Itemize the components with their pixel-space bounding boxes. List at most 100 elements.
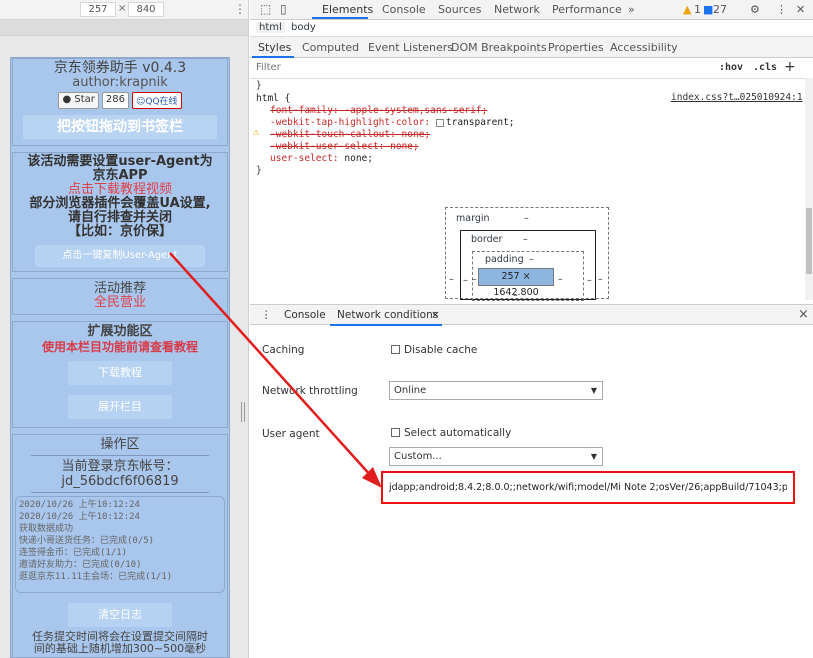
extension-tip: 使用本栏目功能前请查看教程 — [41, 340, 198, 354]
box-model-border-right: – — [587, 275, 592, 286]
star-count: 286 — [101, 92, 129, 109]
subtab-styles[interactable]: Styles — [258, 41, 291, 54]
drawer-tab-bar: ⋮ Console Network conditions × × — [250, 304, 813, 326]
close-devtools-icon[interactable]: ✕ — [796, 3, 805, 16]
chevron-down-icon: ▼ — [590, 386, 597, 395]
account-label: 当前登录京东帐号： — [61, 459, 179, 474]
css-prop: -webkit-tap-highlight-color: — [270, 117, 431, 128]
throttling-value: Online — [394, 385, 427, 396]
network-throttling-label: Network throttling — [262, 385, 358, 397]
box-model-margin-left: – — [449, 274, 454, 285]
divider — [31, 492, 209, 493]
user-agent-label: User agent — [262, 428, 320, 440]
header-section: 京东领券助手 v0.4.3 author:krapnik ● Star 286 … — [12, 58, 228, 146]
css-decl-webkit-user-select[interactable]: -webkit-user-select: none; — [270, 141, 419, 152]
caching-label: Caching — [262, 344, 305, 356]
close-tab-icon[interactable]: × — [431, 309, 440, 321]
color-swatch-icon[interactable] — [435, 118, 444, 127]
inspect-element-icon[interactable]: ⬚ — [260, 2, 271, 16]
subtab-accessibility[interactable]: Accessibility — [610, 41, 678, 54]
throttling-select[interactable]: Online ▼ — [389, 381, 603, 400]
copy-user-agent-button[interactable]: 点击一键复制User-Agent — [35, 245, 205, 267]
disable-cache-checkbox[interactable]: Disable cache — [391, 344, 477, 356]
network-conditions-panel: Caching Disable cache Network throttling… — [250, 325, 813, 658]
custom-user-agent-input[interactable] — [381, 471, 795, 504]
download-tutorial-button[interactable]: 下载教程 — [68, 361, 172, 385]
tab-sources[interactable]: Sources — [438, 3, 482, 16]
box-model-content[interactable]: 257 × 1642.800 — [478, 268, 554, 298]
device-toggle-icon[interactable]: ▯ — [280, 2, 287, 16]
expand-column-button[interactable]: 展开栏目 — [68, 395, 172, 419]
subtab-event-listeners[interactable]: Event Listeners — [368, 41, 453, 54]
kebab-menu-icon[interactable]: ⋮ — [776, 3, 787, 16]
settings-gear-icon[interactable]: ⚙ — [750, 3, 760, 16]
subtab-dom-breakpoints[interactable]: DOM Breakpoints — [451, 41, 547, 54]
css-decl-user-select[interactable]: user-select: none; — [270, 153, 373, 164]
device-pane: 257 × 840 ⋮ 京东领券助手 v0.4.3 author:krapnik… — [0, 0, 249, 658]
disable-cache-label: Disable cache — [404, 344, 478, 356]
device-height-input[interactable]: 840 — [128, 2, 164, 17]
chevron-down-icon: ▼ — [590, 452, 597, 461]
checkbox-box[interactable] — [391, 428, 400, 437]
device-menu-icon[interactable]: ⋮ — [234, 2, 246, 16]
class-toggle[interactable]: .cls — [753, 62, 777, 73]
css-decl-touch-callout[interactable]: -webkit-touch-callout: none; — [270, 129, 430, 140]
subtab-properties[interactable]: Properties — [548, 41, 604, 54]
message-icon[interactable]: ■ — [703, 3, 713, 16]
warning-count: 1 — [694, 3, 701, 16]
styles-scrollbar[interactable] — [805, 78, 813, 300]
stylesheet-source-link[interactable]: index.css?t…025010924:1 — [671, 92, 803, 103]
tab-elements[interactable]: Elements — [322, 3, 373, 16]
pane-resize-handle[interactable] — [241, 402, 245, 422]
github-star-button[interactable]: ● Star — [58, 92, 99, 109]
activity-link[interactable]: 全民营业 — [13, 296, 227, 310]
device-width-input[interactable]: 257 — [80, 2, 116, 17]
subtab-computed[interactable]: Computed — [302, 41, 359, 54]
jd-coupon-helper-panel: 京东领券助手 v0.4.3 author:krapnik ● Star 286 … — [10, 57, 230, 658]
bookmark-drag-button[interactable]: 把按钮拖动到书签栏 — [23, 115, 217, 139]
star-label: Star — [74, 94, 95, 105]
badge-row: ● Star 286 ☺QQ在线 — [13, 92, 227, 109]
box-model-margin-value: – — [524, 213, 529, 224]
styles-filter-input[interactable] — [256, 62, 456, 73]
box-model-margin-right: – — [598, 274, 603, 285]
drawer-tab-console[interactable]: Console — [284, 309, 326, 321]
activity-section: 活动推荐 全民营业 — [12, 278, 228, 315]
tab-performance[interactable]: Performance — [552, 3, 622, 16]
media-query-bar — [0, 20, 248, 36]
select-automatically-checkbox[interactable]: Select automatically — [391, 427, 511, 439]
css-decl-tap-highlight[interactable]: -webkit-tap-highlight-color: transparent… — [270, 117, 515, 128]
footer-note-line2: 间的基础上随机增加300~500毫秒 — [33, 642, 207, 655]
more-tabs-button[interactable]: » — [628, 3, 635, 16]
qq-online-button[interactable]: ☺QQ在线 — [131, 92, 182, 109]
new-style-rule-button[interactable]: + — [784, 59, 796, 75]
breadcrumb-html[interactable]: html — [256, 22, 285, 33]
close-drawer-icon[interactable]: × — [798, 307, 809, 322]
css-decl-font-family[interactable]: font-family: -apple-system,sans-serif; — [270, 105, 487, 116]
drawer-tab-network-conditions[interactable]: Network conditions — [337, 309, 438, 321]
log-line: 逛逛京东11.11主会场：已完成(1/1) — [19, 572, 173, 582]
warning-icon[interactable]: ▲ — [683, 3, 691, 16]
drawer-menu-icon[interactable]: ⋮ — [261, 309, 272, 321]
ua-note-line2: 请自行排查并关闭 — [67, 210, 172, 225]
breadcrumb: html body — [250, 20, 813, 37]
message-count: 27 — [713, 3, 727, 16]
tab-network[interactable]: Network — [494, 3, 540, 16]
tab-console[interactable]: Console — [382, 3, 426, 16]
extension-section: 扩展功能区 使用本栏目功能前请查看教程 下载教程 展开栏目 — [12, 321, 228, 428]
log-panel: 2020/10/26 上午10:12:24 2020/10/26 上午10:12… — [15, 496, 225, 593]
styles-scrollbar-thumb[interactable] — [806, 208, 812, 274]
breadcrumb-body[interactable]: body — [291, 22, 316, 33]
user-agent-select[interactable]: Custom... ▼ — [389, 447, 603, 466]
checkbox-box[interactable] — [391, 345, 400, 354]
styles-pane: } html { index.css?t…025010924:1 font-fa… — [250, 79, 813, 195]
hover-state-toggle[interactable]: :hov — [719, 62, 743, 73]
tutorial-video-link[interactable]: 点击下载教程视频 — [13, 183, 227, 197]
ua-section: 该活动需要设置user-Agent为 京东APP 点击下载教程视频 部分浏览器插… — [12, 152, 228, 272]
app-title: 京东领券助手 v0.4.3 — [53, 60, 187, 76]
box-model-padding-left: – — [472, 274, 477, 285]
box-model-border-value: – — [523, 234, 528, 245]
rule-selector[interactable]: html { — [256, 93, 290, 104]
app-author: author:krapnik — [72, 75, 168, 90]
clear-log-button[interactable]: 清空日志 — [68, 603, 172, 627]
